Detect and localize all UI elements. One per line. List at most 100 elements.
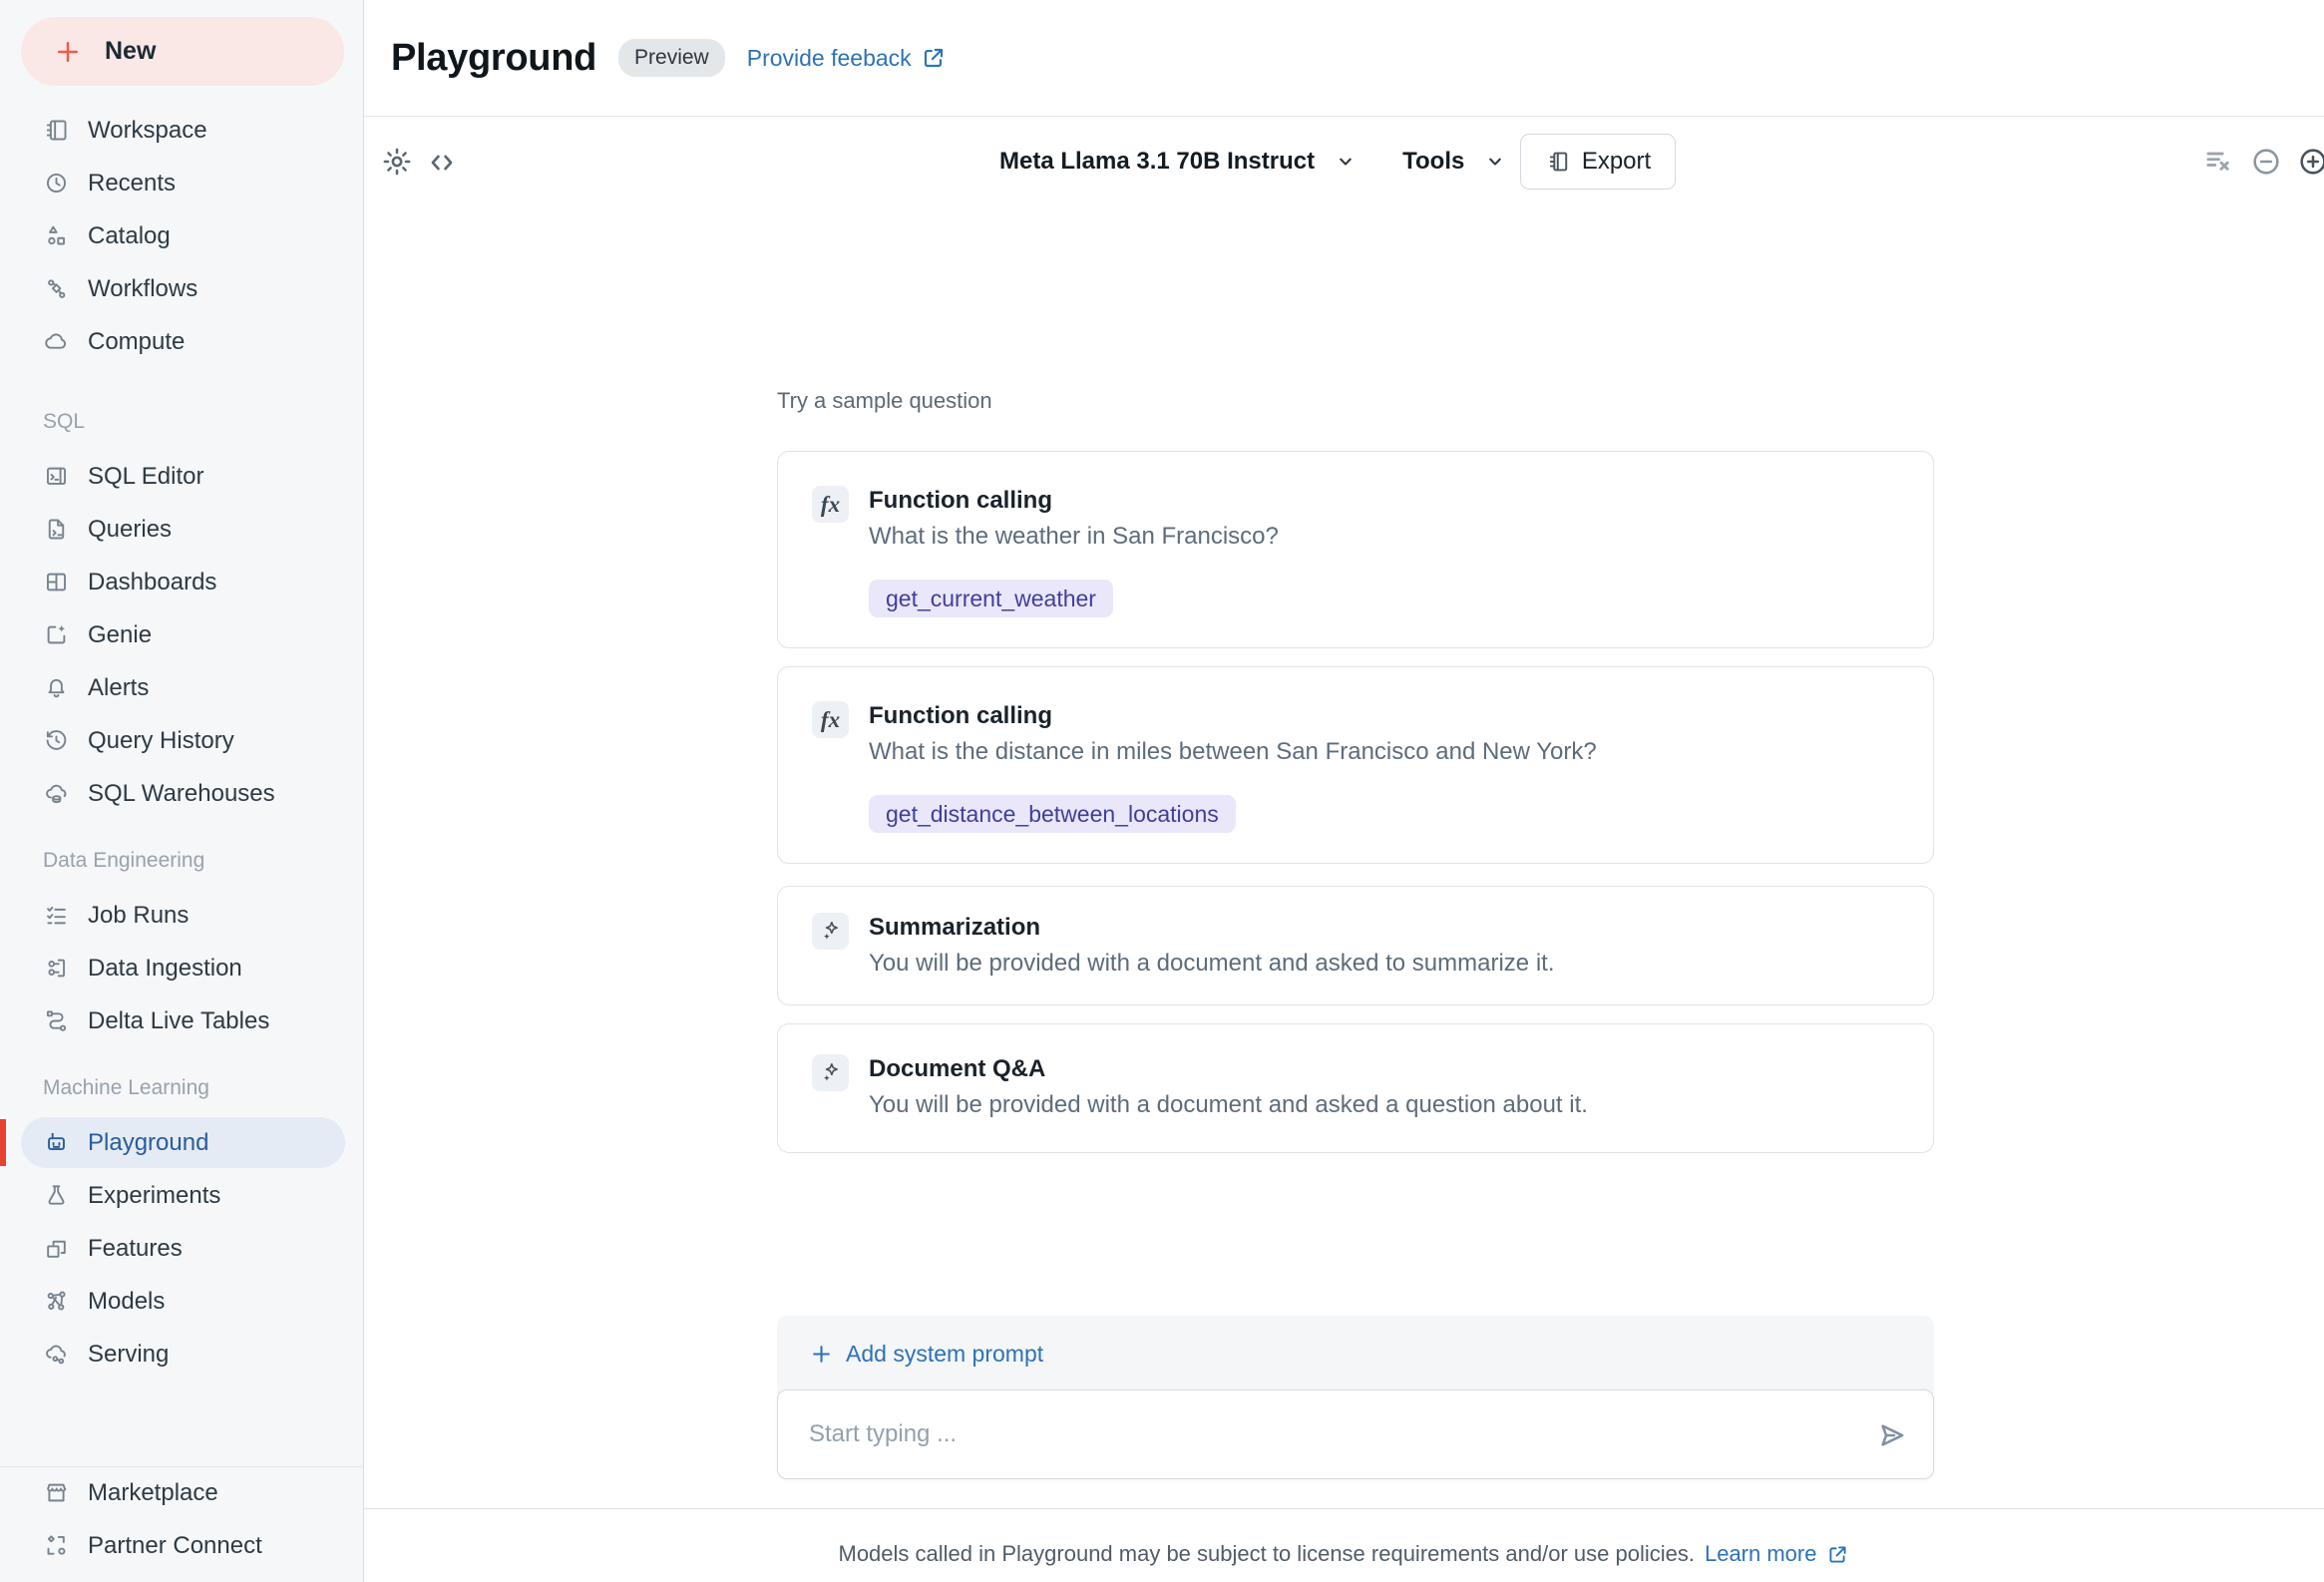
learn-more-link[interactable]: Learn more [1705,1541,1817,1567]
clear-history-icon[interactable] [2202,145,2236,179]
bell-icon [43,674,70,701]
sidebar-item-label: Workspace [88,116,207,144]
sample-card-function-calling[interactable]: fx Function calling What is the weather in… [777,451,1934,648]
sidebar-item-genie[interactable]: Genie [0,608,363,661]
sidebar-item-label: Recents [88,169,177,197]
new-button-label: New [105,37,157,65]
add-system-prompt-label: Add system prompt [846,1340,1044,1367]
genie-sparkle-icon [43,621,70,648]
history-clock-icon [43,727,70,754]
sidebar-item-queries[interactable]: Queries [0,503,363,556]
sidebar-item-label: Query History [88,726,234,754]
sidebar-item-label: Serving [88,1340,170,1368]
send-icon [1875,1424,1909,1455]
sidebar-item-sql-warehouses[interactable]: SQL Warehouses [0,767,363,820]
sidebar-item-compute[interactable]: Compute [0,315,363,368]
cloud-icon [43,328,70,355]
page-title: Playground [391,36,597,79]
pipeline-icon [43,1007,70,1034]
sidebar-item-label: SQL Editor [88,462,204,490]
file-code-icon [43,516,70,543]
external-link-icon [921,45,947,71]
sidebar-item-recents[interactable]: Recents [0,157,363,209]
provide-feedback-link[interactable]: Provide feeback [747,45,947,72]
clock-icon [43,170,70,197]
robot-icon [43,1129,70,1156]
sidebar-item-sql-editor[interactable]: SQL Editor [0,450,363,503]
sidebar-item-query-history[interactable]: Query History [0,714,363,767]
footer: Models called in Playground may be subje… [364,1541,2324,1567]
sidebar-item-label: Marketplace [88,1478,218,1506]
sidebar-item-dashboards[interactable]: Dashboards [0,556,363,608]
model-selector[interactable]: Meta Llama 3.1 70B Instruct [999,148,1356,176]
main-area: Playground Preview Provide feeback Meta … [364,0,2324,1582]
checklist-icon [43,902,70,929]
workflows-icon [43,275,70,302]
ingestion-icon [43,955,70,982]
sidebar-item-label: Alerts [88,673,150,701]
tools-selector[interactable]: Tools [1402,148,1506,176]
sidebar-item-label: Queries [88,515,173,543]
catalog-icon [43,222,70,249]
new-button[interactable]: New [21,17,344,86]
settings-gear-icon[interactable] [381,146,413,178]
sidebar-item-label: Genie [88,620,153,648]
chat-input[interactable] [778,1390,1933,1478]
export-button-label: Export [1581,148,1652,175]
sidebar-item-serving[interactable]: Serving [0,1328,363,1381]
notebook-export-icon [1545,149,1571,175]
card-description: What is the weather in San Francisco? [869,523,1279,550]
sidebar-item-job-runs[interactable]: Job Runs [0,889,363,942]
function-tag: get_distance_between_locations [869,795,1236,833]
sidebar-item-delta-live-tables[interactable]: Delta Live Tables [0,994,363,1047]
sidebar-item-features[interactable]: Features [0,1222,363,1275]
sample-question-cards: fx Function calling What is the weather in… [777,451,1934,1153]
sidebar-item-experiments[interactable]: Experiments [0,1169,363,1222]
card-title: Document Q&A [869,1055,1046,1082]
sidebar-item-catalog[interactable]: Catalog [0,209,363,262]
sidebar-item-label: Partner Connect [88,1531,262,1559]
add-pane-icon[interactable] [2296,145,2324,179]
remove-pane-icon[interactable] [2249,145,2283,179]
function-tag: get_current_weather [869,580,1113,617]
chevron-down-icon [1335,151,1356,173]
system-prompt-panel: Add system prompt [777,1316,1934,1399]
sparkles-icon [812,913,849,950]
sidebar-item-alerts[interactable]: Alerts [0,661,363,714]
code-view-icon[interactable] [426,147,458,179]
feature-boxes-icon [43,1235,70,1262]
sidebar-item-partner-connect[interactable]: Partner Connect [0,1519,363,1572]
chevron-down-icon [1484,151,1506,173]
playground-page: New Workspace Recents Catalog Workflows Comp… [0,0,2324,1582]
sidebar-item-label: Dashboards [88,568,217,595]
sample-card-document-q-a[interactable]: Document Q&A You will be provided with a … [777,1023,1934,1153]
export-button[interactable]: Export [1520,134,1676,190]
sample-card-summarization[interactable]: Summarization You will be provided with a… [777,886,1934,1005]
sidebar-item-label: Data Ingestion [88,954,242,982]
sidebar-item-label: Delta Live Tables [88,1006,270,1034]
sidebar-item-label: Catalog [88,221,171,249]
sidebar-item-workflows[interactable]: Workflows [0,262,363,315]
sidebar-item-label: Experiments [88,1181,221,1209]
sidebar-item-models[interactable]: Models [0,1275,363,1328]
flask-icon [43,1182,70,1209]
sidebar-item-workspace[interactable]: Workspace [0,104,363,157]
card-title: Function calling [869,487,1052,514]
external-link-icon [1826,1543,1849,1566]
sidebar-item-data-ingestion[interactable]: Data Ingestion [0,942,363,994]
sidebar-nav: Workspace Recents Catalog Workflows Compute S… [0,104,363,1381]
send-button[interactable] [1875,1418,1909,1452]
sample-card-function-calling[interactable]: fx Function calling What is the distance i… [777,666,1934,864]
fx-glyph: fx [820,706,841,732]
plus-icon [809,1342,834,1367]
sidebar-item-marketplace[interactable]: Marketplace [0,1466,363,1519]
sidebar-bottom-nav: Marketplace Partner Connect [0,1466,363,1572]
sidebar-item-label: Playground [88,1128,209,1156]
sample-question-hint: Try a sample question [777,388,992,413]
card-title: Summarization [869,914,1041,941]
fx-glyph: fx [820,491,841,517]
add-system-prompt-button[interactable]: Add system prompt [809,1341,1043,1368]
sparkles-icon [812,1054,849,1091]
footer-notice: Models called in Playground may be subje… [838,1541,1695,1566]
sidebar-item-playground[interactable]: Playground [0,1116,363,1169]
